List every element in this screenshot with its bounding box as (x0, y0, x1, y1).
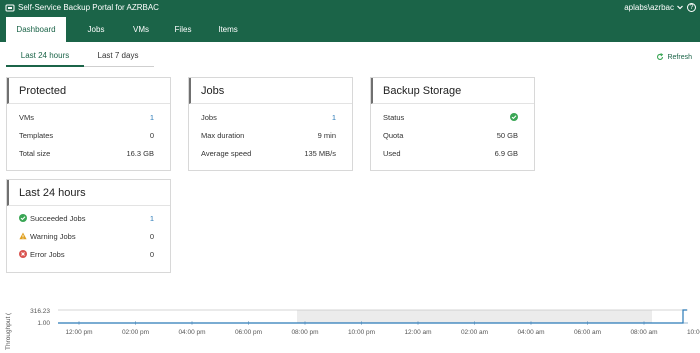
refresh-button[interactable]: Refresh (656, 53, 692, 61)
y-axis-title: Throughput ( (5, 312, 12, 350)
row-warning: Warning Jobs (19, 232, 76, 241)
title-bar: Self-Service Backup Portal for AZRBAC ap… (0, 0, 700, 17)
help-icon[interactable]: ? (687, 3, 696, 12)
app-logo-icon (5, 4, 15, 12)
card-title: Backup Storage (371, 78, 534, 104)
row-value: 6.9 GB (494, 149, 518, 158)
y-tick-label: 1.00 (37, 320, 50, 327)
row-label: VMs (19, 113, 34, 122)
row-error: Error Jobs (19, 250, 65, 259)
vms-count-link[interactable]: 1 (150, 113, 154, 122)
row-value: 9 min (317, 131, 336, 140)
row-succeeded: Succeeded Jobs (19, 214, 85, 223)
x-tick-label: 06:00 am (574, 329, 601, 336)
x-tick-label: 04:00 am (517, 329, 544, 336)
subtab-last-24-hours[interactable]: Last 24 hours (6, 50, 84, 67)
tab-files[interactable]: Files (164, 17, 202, 42)
tab-vms[interactable]: VMs (122, 17, 160, 42)
card-title: Protected (7, 78, 170, 104)
warning-icon (19, 232, 27, 240)
card-protected: Protected VMs 1 Templates 0 Total size 1… (6, 77, 171, 171)
row-label: Total size (19, 149, 51, 158)
subtab-last-7-days[interactable]: Last 7 days (86, 50, 150, 67)
row-label: Quota (383, 131, 404, 140)
row-label: Succeeded Jobs (30, 214, 86, 223)
row-label: Warning Jobs (30, 232, 76, 241)
refresh-label: Refresh (667, 53, 692, 61)
card-title: Last 24 hours (7, 180, 170, 206)
error-icon (19, 250, 27, 258)
row-label: Templates (19, 131, 54, 140)
succeeded-jobs-link[interactable]: 1 (150, 214, 154, 223)
status-ok-icon (510, 113, 518, 121)
row-label: Status (383, 113, 405, 122)
tab-dashboard[interactable]: Dashboard (6, 17, 66, 42)
row-value: 135 MB/s (304, 149, 336, 158)
tab-items[interactable]: Items (208, 17, 248, 42)
row-value: 16.3 GB (126, 149, 154, 158)
x-tick-label: 08:00 pm (291, 329, 318, 336)
x-tick-label: 08:00 am (630, 329, 657, 336)
card-title: Jobs (189, 78, 352, 104)
x-tick-label: 04:00 pm (178, 329, 205, 336)
row-label: Average speed (201, 149, 252, 158)
user-menu[interactable]: aplabs\azrbac (624, 3, 674, 12)
x-tick-label: 10:00 am (687, 329, 700, 336)
jobs-count-link[interactable]: 1 (332, 113, 336, 122)
row-label: Jobs (201, 113, 217, 122)
row-label: Error Jobs (30, 250, 65, 259)
tab-jobs[interactable]: Jobs (76, 17, 116, 42)
x-tick-label: 02:00 am (461, 329, 488, 336)
app-title: Self-Service Backup Portal for AZRBAC (18, 3, 159, 12)
card-backup-storage: Backup Storage Status Quota 50 GB Used 6… (370, 77, 535, 171)
row-label: Used (383, 149, 401, 158)
x-tick-label: 02:00 pm (122, 329, 149, 336)
success-icon (19, 214, 27, 222)
main-nav: Dashboard Jobs VMs Files Items (0, 17, 700, 42)
refresh-icon (657, 53, 664, 60)
chevron-down-icon[interactable] (676, 3, 684, 12)
period-tabs: Last 24 hours Last 7 days (6, 50, 154, 67)
row-value: 0 (149, 232, 154, 241)
x-tick-label: 12:00 pm (65, 329, 92, 336)
row-label: Max duration (201, 131, 245, 140)
x-tick-label: 10:00 pm (348, 329, 375, 336)
card-last-24-hours: Last 24 hours Succeeded Jobs 1 Warning J… (6, 179, 171, 273)
card-jobs: Jobs Jobs 1 Max duration 9 min Average s… (188, 77, 353, 171)
y-tick-label: 316.23 (30, 308, 50, 315)
x-tick-label: 12:00 am (404, 329, 431, 336)
row-value: 50 GB (496, 131, 518, 140)
row-value: 0 (149, 131, 154, 140)
throughput-chart: 316.23 1.00 Throughput ( 12:00 pm 02:00 pm 04… (5, 308, 700, 350)
row-value: 0 (149, 250, 154, 259)
x-tick-label: 06:00 pm (235, 329, 262, 336)
